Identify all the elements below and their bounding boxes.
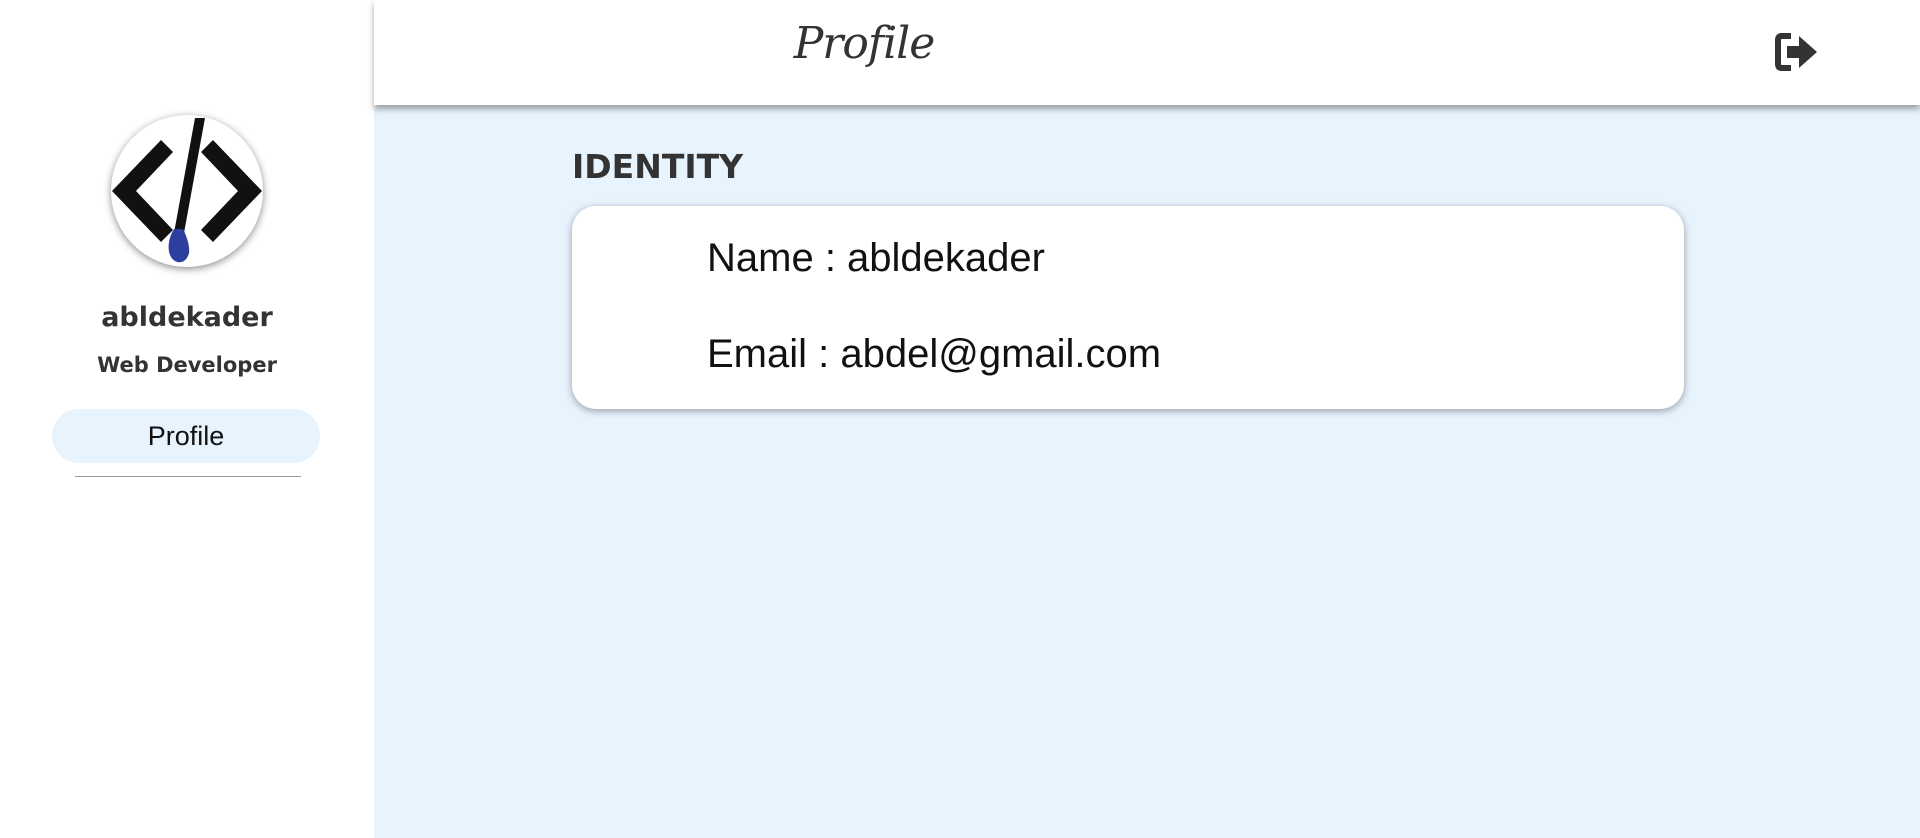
sidebar-item-label: Profile — [147, 420, 225, 451]
header: Profile — [374, 0, 1920, 105]
logout-button[interactable] — [1772, 30, 1820, 74]
page-title: Profile — [793, 18, 936, 69]
user-role: Web Developer — [97, 353, 277, 377]
sign-out-icon — [1775, 33, 1817, 71]
username: abldekader — [101, 302, 273, 333]
main-content: IDENTITY Name : abldekader Email : abdel… — [374, 105, 1920, 838]
sidebar-item-profile[interactable]: Profile — [52, 409, 320, 463]
avatar — [111, 115, 263, 267]
name-field: Name : abldekader — [707, 236, 1045, 280]
code-brush-icon — [112, 118, 262, 263]
sidebar-divider — [75, 476, 301, 477]
section-heading-identity: IDENTITY — [572, 147, 744, 186]
email-field: Email : abdel@gmail.com — [707, 332, 1162, 376]
identity-card: Name : abldekader Email : abdel@gmail.co… — [572, 206, 1684, 409]
sidebar: abldekader Web Developer Profile — [0, 0, 374, 838]
